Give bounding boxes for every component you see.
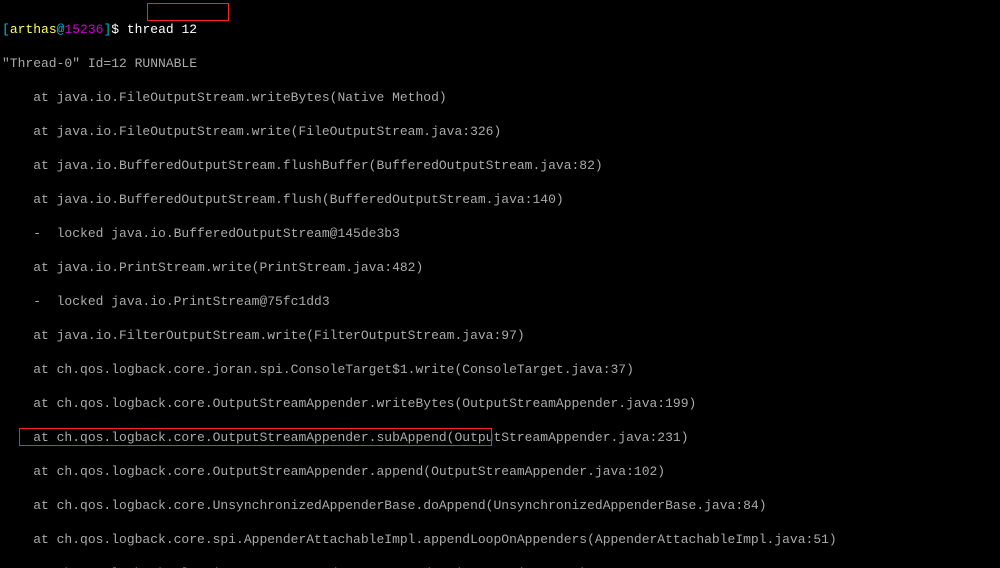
stack-line: at java.io.BufferedOutputStream.flush(Bu… [2, 191, 998, 208]
stack-line: at ch.qos.logback.core.UnsynchronizedApp… [2, 497, 998, 514]
prompt-pid: 15236 [64, 22, 103, 37]
highlight-box-command [147, 3, 229, 21]
stack-line: - locked java.io.PrintStream@75fc1dd3 [2, 293, 998, 310]
prompt-user: arthas [10, 22, 57, 37]
thread-header: "Thread-0" Id=12 RUNNABLE [2, 55, 998, 72]
stack-line: at java.io.PrintStream.write(PrintStream… [2, 259, 998, 276]
stack-line: at java.io.BufferedOutputStream.flushBuf… [2, 157, 998, 174]
stack-line: at ch.qos.logback.core.OutputStreamAppen… [2, 463, 998, 480]
stack-line: - locked java.io.BufferedOutputStream@14… [2, 225, 998, 242]
command-text: thread 12 [119, 22, 197, 37]
prompt-dollar: $ [111, 22, 119, 37]
stack-line: at java.io.FileOutputStream.writeBytes(N… [2, 89, 998, 106]
terminal-output[interactable]: [arthas@15236]$ thread 12 "Thread-0" Id=… [0, 0, 1000, 568]
stack-line: at ch.qos.logback.core.OutputStreamAppen… [2, 395, 998, 412]
prompt-open: [ [2, 22, 10, 37]
stack-line: at java.io.FilterOutputStream.write(Filt… [2, 327, 998, 344]
prompt-line-1: [arthas@15236]$ thread 12 [2, 21, 998, 38]
stack-line: at java.io.FileOutputStream.write(FileOu… [2, 123, 998, 140]
stack-line: at ch.qos.logback.core.OutputStreamAppen… [2, 429, 998, 446]
stack-line: at ch.qos.logback.core.joran.spi.Console… [2, 361, 998, 378]
stack-line: at ch.qos.logback.core.spi.AppenderAttac… [2, 531, 998, 548]
